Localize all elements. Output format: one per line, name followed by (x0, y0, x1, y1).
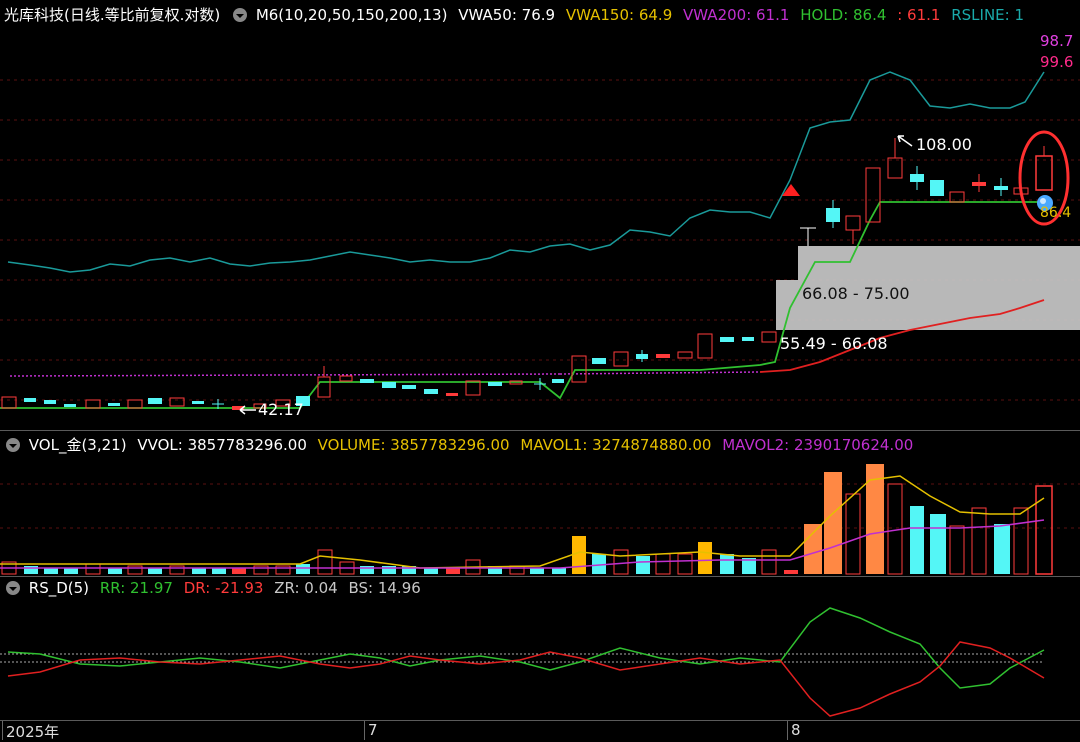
settings-icon[interactable] (6, 581, 20, 595)
bs-value: BS: 14.96 (348, 579, 421, 597)
zone-lower-label: 55.49 - 66.08 (780, 334, 888, 353)
x-tick-year (2, 721, 3, 740)
rs-chart[interactable] (0, 598, 1080, 720)
zr-value: ZR: 0.04 (274, 579, 338, 597)
volume-bars (1, 464, 1053, 575)
x-label-year: 2025年 (6, 723, 60, 741)
volume-value: VOLUME: 3857783296.00 (317, 436, 510, 454)
dr-line (7, 641, 1045, 717)
vwa200-line-2 (559, 371, 761, 375)
vol-name[interactable]: VOL_金(3,21) (29, 436, 127, 454)
settings-icon[interactable] (6, 438, 20, 452)
hold-value-label: 86.4 (1040, 205, 1071, 221)
rsline-line (7, 71, 1045, 273)
rs-legend: RS_D(5) RR: 21.97 DR: -21.93 ZR: 0.04 BS… (4, 579, 427, 597)
volume-pane[interactable] (0, 456, 1080, 576)
mavol1-value: MAVOL1: 3274874880.00 (520, 436, 712, 454)
price-chart-pane[interactable]: 98.7 99.6 108.00 42.17 66.08 - 75.00 55.… (0, 0, 1080, 430)
rs-name[interactable]: RS_D(5) (29, 579, 89, 597)
x-tick-8 (787, 721, 788, 740)
mavol1-line (0, 475, 1045, 569)
x-label-7: 7 (368, 721, 378, 739)
x-label-8: 8 (791, 721, 801, 739)
volume-legend: VOL_金(3,21) VVOL: 3857783296.00 VOLUME: … (4, 434, 919, 455)
x-tick-7 (364, 721, 365, 740)
right-price-1: 98.7 (1040, 32, 1073, 50)
price-chart[interactable]: 98.7 99.6 108.00 42.17 66.08 - 75.00 55.… (0, 0, 1080, 430)
zone-upper-box[interactable] (798, 246, 1080, 280)
high-arrow-icon (897, 135, 913, 147)
dr-value: DR: -21.93 (183, 579, 264, 597)
rs-pane[interactable] (0, 598, 1080, 720)
zone-upper-label: 66.08 - 75.00 (802, 284, 910, 303)
mavol2-value: MAVOL2: 2390170624.00 (722, 436, 914, 454)
pane-separator-1[interactable] (0, 430, 1080, 431)
low-price-label: 42.17 (258, 400, 304, 419)
pane-separator-2[interactable] (0, 576, 1080, 577)
rr-line (7, 607, 1045, 689)
rr-value: RR: 21.97 (99, 579, 173, 597)
vvol-value: VVOL: 3857783296.00 (137, 436, 307, 454)
x-axis: 2025年 7 8 (0, 721, 1080, 741)
blue-ball-highlight (1040, 198, 1046, 204)
high-price-label: 108.00 (916, 135, 972, 154)
vwa200-line (9, 373, 561, 377)
mavol2-line (0, 519, 1045, 569)
price-grid (0, 79, 1080, 401)
volume-chart[interactable] (0, 456, 1080, 576)
right-price-2: 99.6 (1040, 53, 1073, 71)
